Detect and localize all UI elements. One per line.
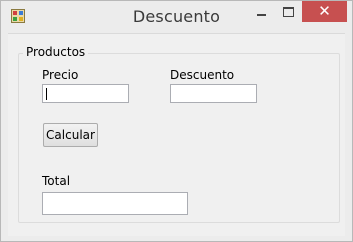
minimize-icon — [256, 14, 266, 16]
total-label: Total — [42, 174, 71, 188]
precio-label: Precio — [42, 68, 79, 82]
precio-input[interactable] — [42, 84, 129, 103]
app-window: Descuento ✕ Productos Precio Descuento C… — [0, 0, 353, 242]
groupbox-legend: Productos — [23, 45, 89, 59]
maximize-button[interactable] — [275, 1, 301, 23]
text-caret — [46, 88, 47, 100]
title-bar[interactable]: Descuento ✕ — [1, 1, 352, 33]
close-icon: ✕ — [318, 2, 331, 20]
close-button[interactable]: ✕ — [302, 1, 347, 22]
total-input[interactable] — [42, 192, 188, 215]
descuento-label: Descuento — [170, 68, 235, 82]
form-client-area: Productos Precio Descuento Calcular Tota… — [8, 33, 345, 236]
maximize-icon — [282, 7, 294, 17]
minimize-button[interactable] — [248, 1, 274, 23]
descuento-input[interactable] — [170, 84, 257, 103]
calcular-button[interactable]: Calcular — [43, 123, 98, 147]
